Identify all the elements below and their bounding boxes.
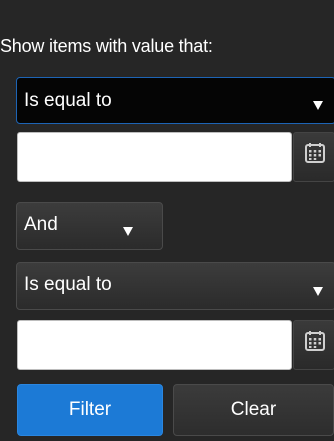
chevron-down-icon bbox=[123, 227, 133, 236]
first-date-input[interactable] bbox=[17, 132, 292, 182]
first-operator-dropdown[interactable]: Is equal to bbox=[16, 77, 334, 124]
logic-dropdown[interactable]: And bbox=[16, 202, 163, 250]
first-date-picker-button[interactable] bbox=[293, 132, 334, 182]
second-date-picker-button[interactable] bbox=[293, 320, 334, 370]
filter-menu-popup: Show items with value that: Is equal to … bbox=[0, 0, 334, 441]
second-operator-dropdown[interactable]: Is equal to bbox=[16, 262, 334, 310]
clear-button[interactable]: Clear bbox=[173, 384, 334, 436]
calendar-icon bbox=[305, 143, 325, 163]
second-operator-value: Is equal to bbox=[24, 274, 112, 295]
filter-help-text: Show items with value that: bbox=[0, 36, 213, 56]
chevron-down-icon bbox=[313, 287, 323, 296]
calendar-icon bbox=[305, 331, 325, 351]
first-operator-value: Is equal to bbox=[24, 90, 112, 111]
chevron-down-icon bbox=[313, 101, 323, 110]
filter-button[interactable]: Filter bbox=[17, 384, 163, 436]
second-date-input[interactable] bbox=[17, 320, 292, 370]
logic-value: And bbox=[24, 214, 58, 235]
